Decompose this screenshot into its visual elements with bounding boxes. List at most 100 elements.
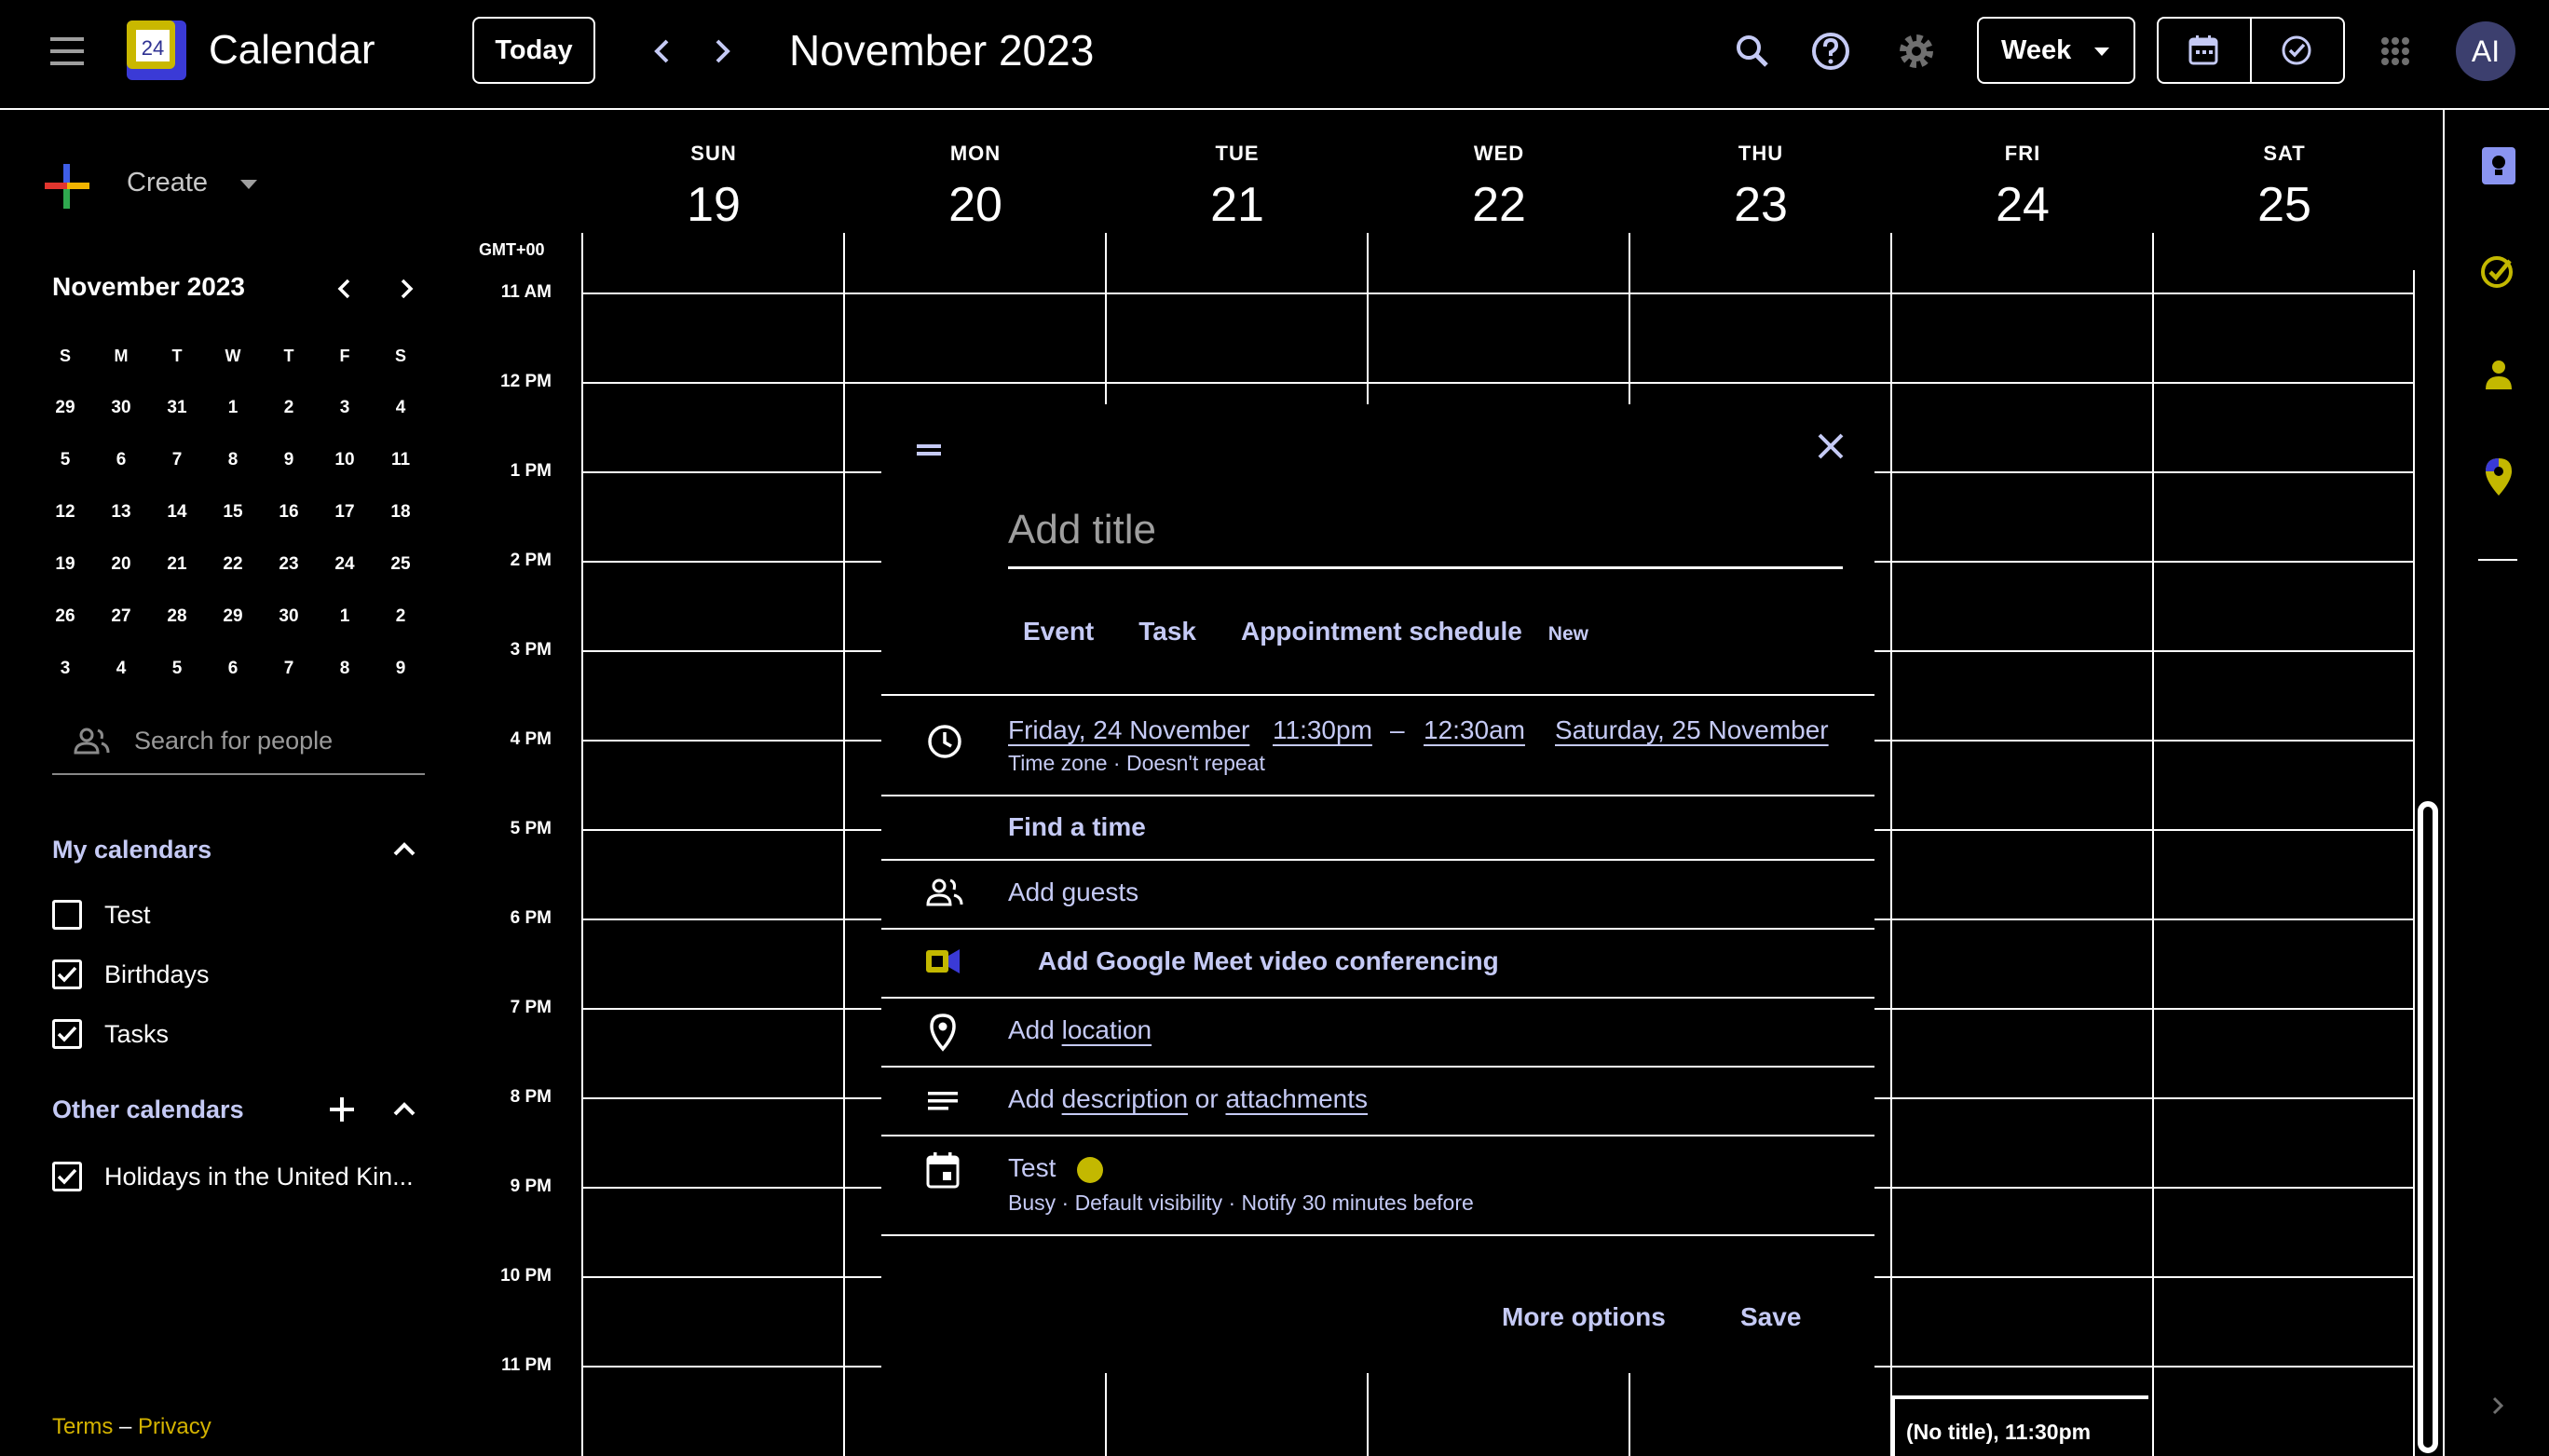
calendar-item-birthdays[interactable]: Birthdays [52, 959, 210, 989]
day-header[interactable]: MON 20 [845, 142, 1106, 233]
mini-calendar-day[interactable]: 3 [37, 659, 93, 679]
other-calendars-heading[interactable]: Other calendars [52, 1095, 244, 1124]
maps-pin-icon[interactable] [2478, 456, 2519, 497]
mini-calendar-day[interactable]: 7 [261, 659, 317, 679]
mini-calendar-day[interactable]: 3 [317, 398, 373, 418]
next-week-button[interactable] [699, 28, 745, 75]
event-title-input[interactable]: Add title [1008, 507, 1843, 569]
settings-gear-icon[interactable] [1893, 28, 1940, 75]
start-date-field[interactable]: Friday, 24 November [1008, 715, 1249, 745]
more-options-button[interactable]: More options [1502, 1302, 1666, 1332]
my-calendars-heading[interactable]: My calendars [52, 836, 211, 864]
mini-calendar-day[interactable]: 8 [317, 659, 373, 679]
mini-calendar-day[interactable]: 1 [205, 398, 261, 418]
day-header[interactable]: FRI 24 [1892, 142, 2153, 233]
mini-calendar-day[interactable]: 4 [93, 659, 149, 679]
end-date-field[interactable]: Saturday, 25 November [1555, 715, 1829, 745]
mini-calendar-day[interactable]: 22 [205, 554, 261, 575]
apps-grid-icon[interactable] [2372, 28, 2419, 75]
mini-calendar-day[interactable]: 30 [93, 398, 149, 418]
privacy-link[interactable]: Privacy [138, 1414, 211, 1439]
calendar-item-holidays[interactable]: Holidays in the United Kin... [52, 1162, 414, 1191]
day-header[interactable]: WED 22 [1369, 142, 1629, 233]
previous-week-button[interactable] [639, 28, 686, 75]
checkbox-checked[interactable] [52, 1019, 82, 1049]
create-button-label[interactable]: Create [127, 168, 208, 198]
mini-calendar-day[interactable]: 26 [37, 606, 93, 627]
mini-calendar-prev-icon[interactable] [330, 272, 360, 306]
day-number[interactable]: 25 [2154, 177, 2415, 233]
day-header[interactable]: TUE 21 [1107, 142, 1368, 233]
calendar-item-tasks[interactable]: Tasks [52, 1019, 169, 1049]
day-number[interactable]: 23 [1630, 177, 1891, 233]
search-people-input[interactable]: Search for people [52, 715, 425, 775]
add-google-meet-button[interactable]: Add Google Meet video conferencing [1038, 946, 1499, 976]
mini-calendar-day[interactable]: 29 [37, 398, 93, 418]
checkbox-unchecked[interactable] [52, 900, 82, 930]
mini-calendar-day[interactable]: 6 [205, 659, 261, 679]
view-switcher-dropdown[interactable]: Week [1977, 17, 2135, 84]
drag-handle-icon[interactable] [917, 430, 984, 477]
mini-calendar-day[interactable]: 9 [373, 659, 429, 679]
checkbox-checked[interactable] [52, 959, 82, 989]
calendar-selector[interactable]: Test [1008, 1153, 1056, 1183]
description-link[interactable]: description [1062, 1084, 1188, 1113]
mini-calendar-day[interactable]: 9 [261, 450, 317, 470]
mini-calendar-day[interactable]: 27 [93, 606, 149, 627]
chevron-up-icon[interactable] [389, 1095, 419, 1124]
find-a-time-button[interactable]: Find a time [1008, 812, 1146, 842]
tab-task[interactable]: Task [1138, 617, 1196, 646]
expand-side-panel-chevron-icon[interactable] [2484, 1392, 2512, 1420]
mini-calendar-day[interactable]: 24 [317, 554, 373, 575]
add-guests-field[interactable]: Add guests [1008, 878, 1138, 907]
checkbox-checked[interactable] [52, 1162, 82, 1191]
day-number[interactable]: 24 [1892, 177, 2153, 233]
day-number[interactable]: 19 [583, 177, 844, 233]
day-number[interactable]: 20 [845, 177, 1106, 233]
day-number[interactable]: 21 [1107, 177, 1368, 233]
mini-calendar-day[interactable]: 17 [317, 502, 373, 523]
add-description-field[interactable]: Add description or attachments [1008, 1084, 1368, 1114]
mini-calendar-day[interactable]: 20 [93, 554, 149, 575]
mini-calendar-day[interactable]: 5 [149, 659, 205, 679]
mini-calendar-day[interactable]: 19 [37, 554, 93, 575]
save-button[interactable]: Save [1740, 1302, 1801, 1332]
mini-calendar-day[interactable]: 2 [373, 606, 429, 627]
mini-calendar-day[interactable]: 25 [373, 554, 429, 575]
attachments-link[interactable]: attachments [1225, 1084, 1368, 1113]
mini-calendar-day[interactable]: 1 [317, 606, 373, 627]
tab-appointment-schedule[interactable]: Appointment schedule [1241, 617, 1522, 646]
help-icon[interactable] [1807, 28, 1854, 75]
mini-calendar-next-icon[interactable] [391, 272, 421, 306]
day-number[interactable]: 22 [1369, 177, 1629, 233]
mini-calendar-day[interactable]: 16 [261, 502, 317, 523]
calendar-item-test[interactable]: Test [52, 900, 151, 930]
terms-link[interactable]: Terms [52, 1414, 113, 1439]
close-icon[interactable] [1807, 423, 1854, 469]
tasks-view-icon[interactable] [2276, 30, 2317, 71]
mini-calendar-day[interactable]: 14 [149, 502, 205, 523]
main-menu-icon[interactable] [47, 34, 88, 69]
mini-calendar-day[interactable]: 18 [373, 502, 429, 523]
account-avatar[interactable]: AI [2456, 21, 2515, 81]
mini-calendar-day[interactable]: 28 [149, 606, 205, 627]
mini-calendar-day[interactable]: 5 [37, 450, 93, 470]
availability-visibility-notify[interactable]: Busy · Default visibility · Notify 30 mi… [1008, 1191, 1474, 1216]
contacts-icon[interactable] [2478, 354, 2519, 395]
keep-notes-icon[interactable] [2478, 145, 2519, 186]
day-header[interactable]: SUN 19 [583, 142, 844, 233]
start-time-field[interactable]: 11:30pm [1273, 715, 1372, 745]
tasks-icon[interactable] [2478, 250, 2519, 291]
mini-calendar-day[interactable]: 2 [261, 398, 317, 418]
timezone-repeat-link[interactable]: Time zone · Doesn't repeat [1008, 751, 1265, 776]
location-link[interactable]: location [1062, 1015, 1152, 1044]
create-dropdown-chevron-icon[interactable] [240, 180, 257, 191]
mini-calendar-day[interactable]: 13 [93, 502, 149, 523]
day-header[interactable]: THU 23 [1630, 142, 1891, 233]
create-button[interactable] [37, 156, 97, 216]
mini-calendar-day[interactable]: 8 [205, 450, 261, 470]
calendar-logo-icon[interactable]: 24 [127, 20, 186, 80]
mini-calendar-day[interactable]: 10 [317, 450, 373, 470]
end-time-field[interactable]: 12:30am [1424, 715, 1525, 745]
calendar-view-icon[interactable] [2183, 30, 2224, 71]
